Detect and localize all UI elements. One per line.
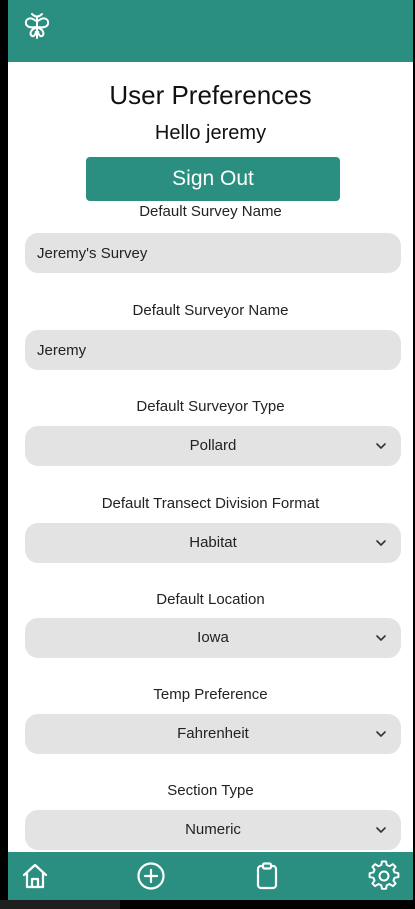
clipboard-icon[interactable] (251, 860, 283, 892)
app-screen: User Preferences Hello jeremy Sign Out D… (8, 0, 413, 900)
temp-preference-value: Fahrenheit (177, 725, 249, 742)
page-title: User Preferences (109, 80, 312, 110)
temp-preference-select[interactable]: Fahrenheit (25, 714, 401, 754)
gear-icon[interactable] (368, 860, 400, 892)
preferences-content: User Preferences Hello jeremy Sign Out D… (8, 62, 413, 852)
home-icon[interactable] (19, 860, 51, 892)
device-frame: User Preferences Hello jeremy Sign Out D… (0, 0, 415, 909)
chevron-down-icon (376, 827, 386, 833)
surveyor-name-input[interactable] (25, 330, 401, 370)
chevron-down-icon (376, 443, 386, 449)
add-circle-icon[interactable] (135, 860, 167, 892)
section-type-value: Numeric (185, 821, 241, 838)
section-type-select[interactable]: Numeric (25, 810, 401, 850)
survey-name-input[interactable] (25, 233, 401, 273)
location-label: Default Location (156, 591, 265, 608)
greeting-text: Hello jeremy (154, 122, 267, 144)
top-app-bar (8, 0, 413, 62)
surveyor-name-label: Default Surveyor Name (132, 302, 289, 319)
transect-division-value: Habitat (189, 534, 237, 551)
surveyor-type-select[interactable]: Pollard (25, 426, 401, 466)
location-value: Iowa (197, 629, 229, 646)
surveyor-type-value: Pollard (189, 437, 237, 454)
screen-edge-shadow (0, 900, 120, 909)
sign-out-button[interactable]: Sign Out (86, 157, 340, 201)
chevron-down-icon (376, 540, 386, 546)
transect-division-select[interactable]: Habitat (25, 523, 401, 563)
temp-preference-label: Temp Preference (153, 686, 268, 703)
chevron-down-icon (376, 731, 386, 737)
location-select[interactable]: Iowa (25, 618, 401, 658)
butterfly-icon (24, 13, 50, 39)
surveyor-type-label: Default Surveyor Type (136, 398, 285, 415)
section-type-label: Section Type (167, 782, 254, 799)
bottom-tab-bar (8, 852, 413, 900)
chevron-down-icon (376, 635, 386, 641)
transect-division-label: Default Transect Division Format (101, 495, 320, 512)
survey-name-label: Default Survey Name (139, 203, 282, 220)
